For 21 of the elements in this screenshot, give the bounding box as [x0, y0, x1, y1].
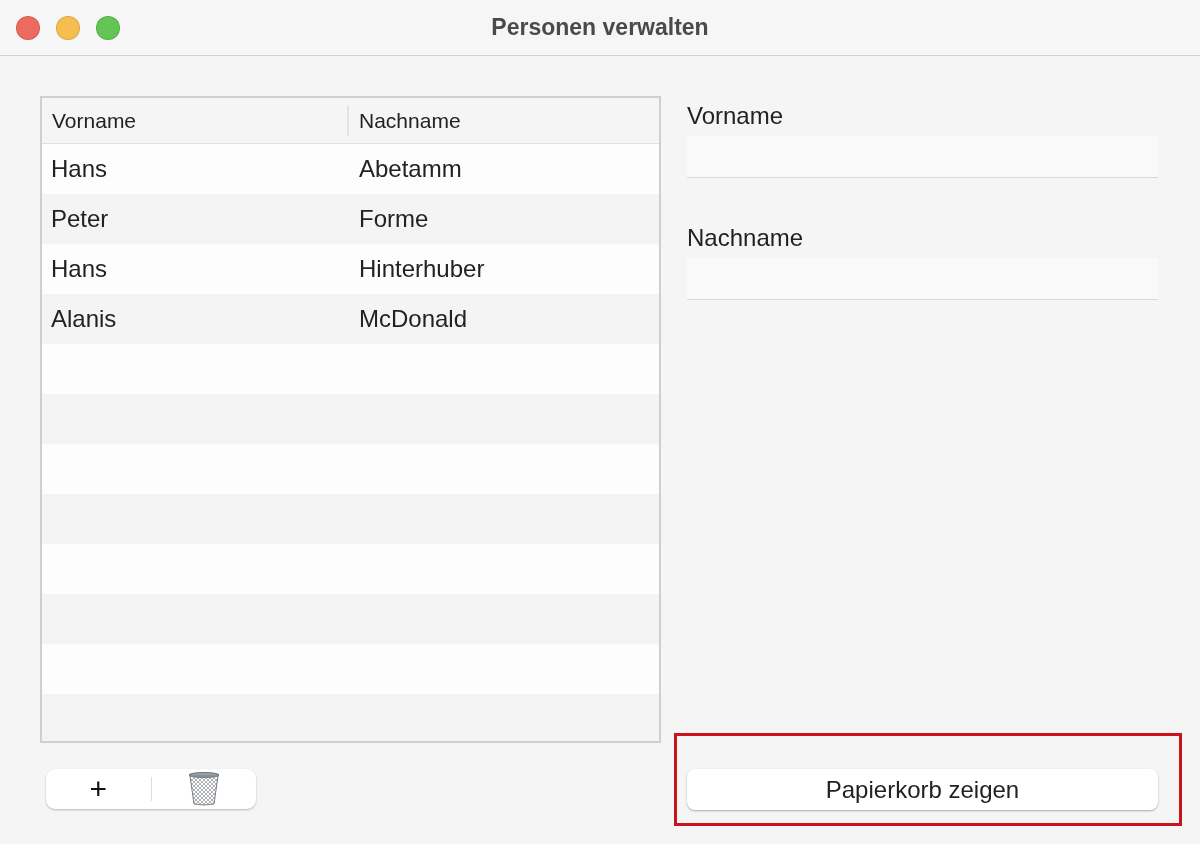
table-cell-text: Alanis	[50, 305, 118, 333]
close-button[interactable]	[16, 15, 40, 40]
column-header[interactable]: Nachname	[349, 105, 659, 136]
table-cell-text: Hans	[50, 155, 109, 183]
table-cell-text: Peter	[50, 205, 110, 233]
table-cell-text: Hans	[50, 255, 109, 283]
table-cell-text: Hinterhuber	[358, 255, 486, 283]
table-cell-text: Forme	[358, 205, 430, 233]
input-field[interactable]	[687, 136, 1158, 178]
show-trash-button[interactable]: Papierkorb zeigen	[687, 769, 1158, 810]
add-button[interactable]: +	[46, 769, 151, 809]
field-label: Nachname	[687, 224, 805, 252]
trash-icon	[187, 772, 220, 806]
field-label: Vorname	[687, 102, 785, 130]
table-cell-text: Abetamm	[358, 155, 463, 183]
minimize-button[interactable]	[56, 15, 80, 40]
column-header[interactable]: Vorname	[42, 105, 349, 136]
zoom-button[interactable]	[96, 15, 120, 40]
input-field[interactable]	[687, 258, 1158, 300]
window-title: Personen verwalten	[491, 14, 709, 41]
table-cell-text: McDonald	[358, 305, 469, 333]
